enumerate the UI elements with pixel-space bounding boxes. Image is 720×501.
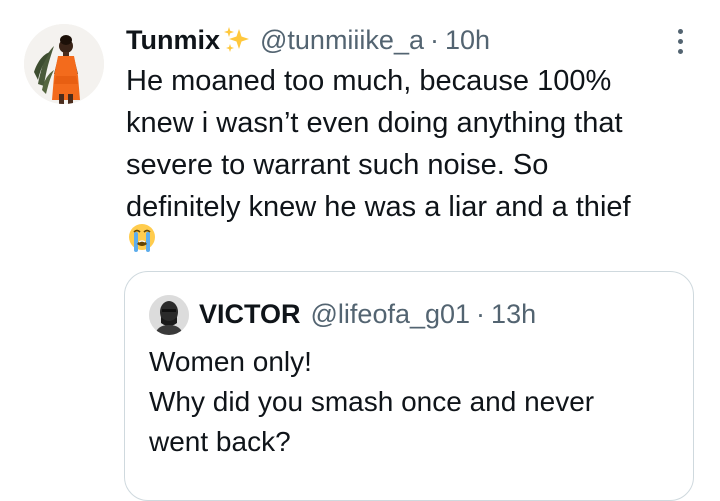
quoted-tweet-text: Women only! Why did you smash once and n… xyxy=(149,342,669,462)
quoted-author-handle[interactable]: @lifeofa_g01 xyxy=(311,296,471,332)
quoted-text-line: Why did you smash once and never xyxy=(149,386,595,417)
tweet-timestamp[interactable]: 10h xyxy=(445,22,490,58)
more-options-icon[interactable] xyxy=(670,26,690,56)
quoted-author-avatar[interactable] xyxy=(149,295,189,335)
quoted-author-avatar-image xyxy=(149,295,189,335)
quoted-tweet-timestamp[interactable]: 13h xyxy=(491,296,536,332)
quoted-tweet-header: VICTOR @lifeofa_g01 · 13h xyxy=(199,296,536,332)
crying-face-emoji-icon xyxy=(126,222,158,254)
author-display-name[interactable]: Tunmix xyxy=(126,22,220,58)
quoted-tweet[interactable]: VICTOR @lifeofa_g01 · 13h Women only! Wh… xyxy=(124,271,694,501)
quoted-text-line: went back? xyxy=(149,426,291,457)
sparkles-emoji-icon xyxy=(222,25,252,55)
quoted-author-display-name[interactable]: VICTOR xyxy=(199,296,301,332)
author-avatar-image xyxy=(24,24,104,104)
author-handle[interactable]: @tunmiiike_a xyxy=(260,22,424,58)
author-avatar[interactable] xyxy=(24,24,104,104)
tweet-text-line: severe to warrant such noise. So xyxy=(126,149,549,181)
tweet-header: Tunmix @tunmiiike_a · 10h xyxy=(126,22,490,58)
header-separator: · xyxy=(429,25,439,55)
tweet-text-line: definitely knew he was a liar and a thie… xyxy=(126,191,631,223)
tweet-text-line: knew i wasn’t even doing anything that xyxy=(126,107,623,139)
tweet-text: He moaned too much, because 100% knew i … xyxy=(126,60,706,228)
quoted-header-separator: · xyxy=(476,299,486,329)
tweet-text-line: He moaned too much, because 100% xyxy=(126,65,612,97)
quoted-text-line: Women only! xyxy=(149,346,312,377)
tweet[interactable]: Tunmix @tunmiiike_a · 10h He moaned too … xyxy=(0,0,720,501)
